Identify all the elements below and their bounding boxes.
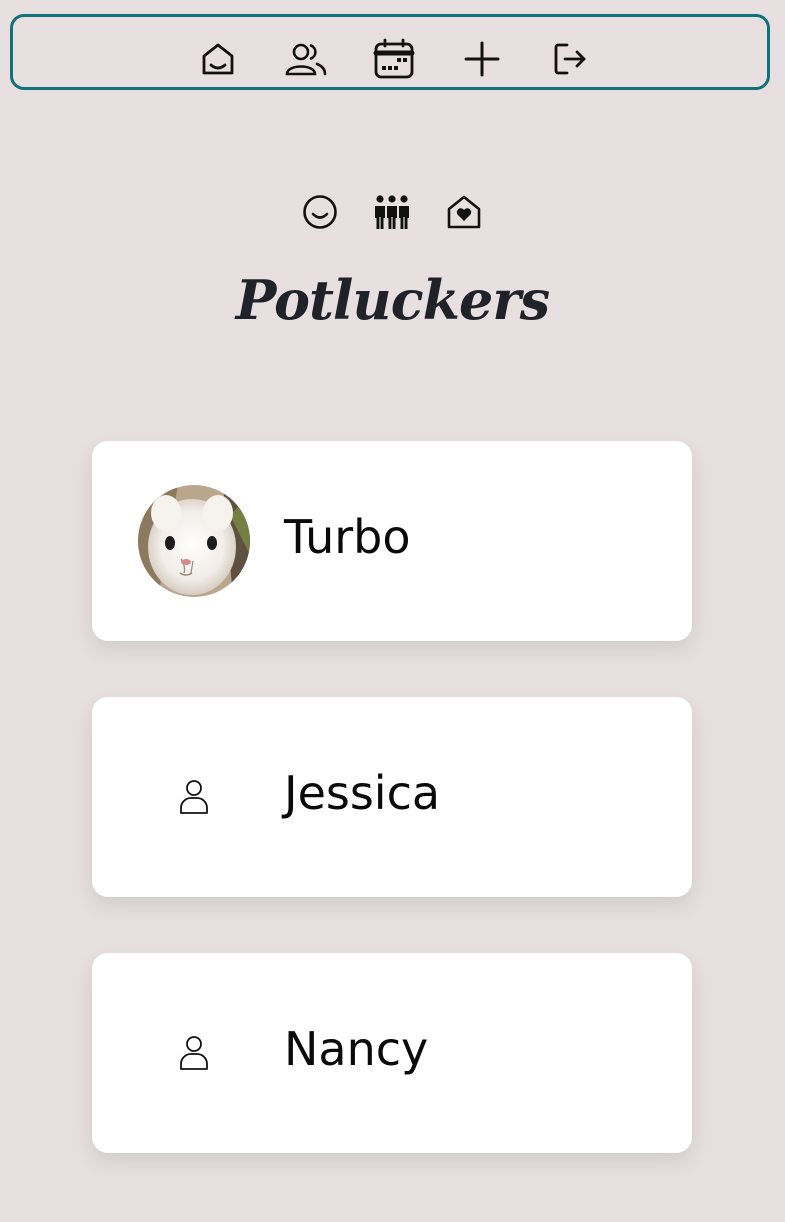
person-icon — [178, 1035, 210, 1071]
calendar-icon[interactable] — [372, 37, 416, 81]
home-icon[interactable] — [196, 37, 240, 81]
member-card[interactable]: Jessica — [92, 697, 692, 897]
member-name: Jessica — [284, 766, 441, 820]
member-name: Turbo — [284, 510, 411, 564]
person-icon — [178, 779, 210, 815]
users-icon[interactable] — [284, 37, 328, 81]
house-heart-icon — [444, 192, 484, 232]
page-title: Potluckers — [235, 268, 550, 332]
member-name: Nancy — [284, 1022, 429, 1076]
logout-icon[interactable] — [548, 37, 592, 81]
bunny-photo — [138, 485, 250, 597]
member-card[interactable]: Turbo — [92, 441, 692, 641]
people-group-icon — [372, 192, 412, 232]
smile-icon — [300, 192, 340, 232]
plus-icon[interactable] — [460, 37, 504, 81]
top-nav-bar — [10, 14, 770, 90]
member-card[interactable]: Nancy — [92, 953, 692, 1153]
